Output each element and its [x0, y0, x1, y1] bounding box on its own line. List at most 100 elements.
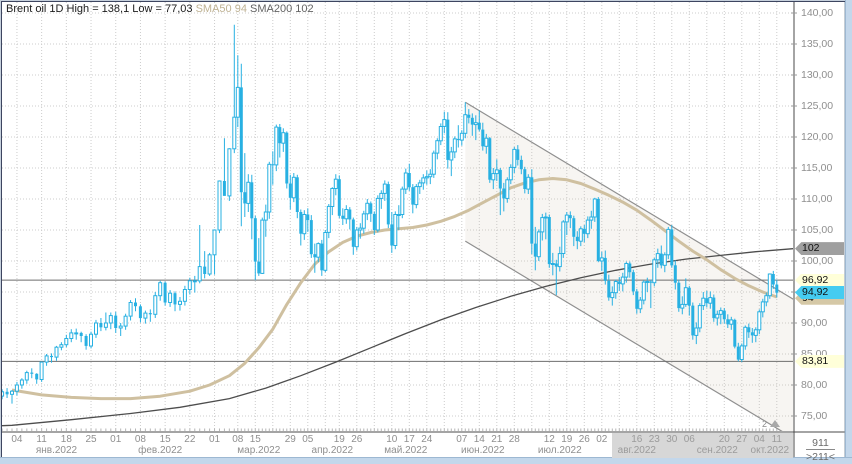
candle-body-down [250, 182, 253, 218]
date-tick-label: 30 [666, 434, 677, 445]
candle-body-up [362, 214, 365, 228]
month-label: янв.2022 [36, 445, 77, 456]
candle-body-down [569, 215, 572, 218]
candle-body-up [509, 167, 512, 179]
candle-body-down [737, 347, 740, 360]
candle-body-up [614, 282, 617, 293]
candle-body-up [590, 217, 593, 220]
window-resize-border[interactable] [0, 457, 852, 464]
candle-body-up [565, 215, 568, 222]
date-tick-label: 15 [250, 434, 261, 445]
candle-body-up [506, 180, 509, 199]
candle-body-down [488, 138, 491, 180]
level-marker[interactable]: 96,92 [795, 274, 844, 287]
candle-body-up [768, 274, 771, 296]
candle-body-down [35, 374, 38, 380]
candle-body-up [129, 303, 132, 317]
candle-body-up [621, 277, 624, 284]
candle-body-up [264, 212, 267, 220]
candle-body-up [709, 298, 712, 304]
date-tick-label: 04 [754, 434, 765, 445]
current-price-marker[interactable]: 94,92 [795, 286, 844, 299]
bar-count-range: >211< [796, 451, 845, 463]
date-axis[interactable]: 0411182501081522010815290519261017240714… [2, 433, 793, 458]
candle-body-up [460, 133, 463, 140]
candle-body-up [228, 149, 231, 196]
candle-body-up [415, 187, 418, 205]
date-tick-label: 05 [302, 434, 313, 445]
candle-body-down [499, 170, 502, 189]
candle-body-up [25, 373, 28, 380]
candle-body-down [6, 392, 9, 395]
candle-body-down [502, 189, 505, 199]
candle-body-up [562, 222, 565, 254]
candle-body-down [516, 149, 519, 160]
candle-body-up [639, 300, 642, 309]
candle-body-down [99, 323, 102, 327]
price-tick-label: 115,00 [801, 162, 845, 174]
candle-body-down [313, 254, 316, 257]
price-axis[interactable]: 140,00135,00130,00125,00120,00115,00110,… [796, 2, 845, 431]
candle-body-up [642, 282, 645, 300]
candle-body-up [495, 170, 498, 174]
sma200-value-marker[interactable]: 102 [795, 242, 844, 255]
date-tick-label: 25 [85, 434, 96, 445]
price-tick-label: 110,00 [801, 193, 845, 205]
candle-body-down [607, 281, 610, 298]
price-tick-label: 80,00 [801, 379, 845, 391]
candle-body-down [548, 217, 551, 264]
candle-body-up [464, 115, 467, 134]
candle-body-up [45, 356, 48, 362]
candle-body-up [317, 244, 320, 258]
candle-body-down [670, 229, 673, 265]
candle-body-down [50, 356, 53, 357]
candle-body-up [684, 288, 687, 305]
sma200-title: SMA200 102 [247, 3, 314, 15]
candle-body-up [663, 255, 666, 265]
level-marker[interactable]: 83,81 [795, 355, 844, 368]
candle-body-down [254, 218, 257, 261]
candle-body-down [352, 220, 355, 247]
candle-body-down [296, 177, 299, 212]
chart-canvas[interactable] [0, 0, 852, 464]
candle-body-up [418, 183, 421, 187]
date-tick-label: 08 [232, 434, 243, 445]
candle-body-up [159, 283, 162, 296]
date-tick-label: 08 [135, 434, 146, 445]
candle-body-down [632, 272, 635, 291]
price-tick-label: 105,00 [801, 224, 845, 236]
candle-body-down [674, 265, 677, 282]
sma50-title: SMA50 94 [196, 3, 247, 15]
candle-body-up [60, 345, 63, 348]
candle-body-down [583, 229, 586, 234]
candle-body-up [397, 215, 400, 216]
month-label: июн.2022 [461, 445, 505, 456]
candle-body-down [481, 130, 484, 147]
candle-body-down [677, 283, 680, 308]
candle-body-down [285, 133, 288, 184]
candle-body-up [208, 255, 211, 274]
candle-body-down [271, 164, 274, 165]
candle-body-up [754, 330, 757, 336]
candle-body-up [70, 333, 73, 339]
candle-body-down [649, 282, 652, 283]
date-tick-label: 22 [184, 434, 195, 445]
price-tick-label: 130,00 [801, 69, 845, 81]
price-tick-label: 100,00 [801, 255, 845, 267]
candle-body-up [513, 149, 516, 167]
candle-body-down [80, 333, 83, 336]
candle-body-up [551, 264, 554, 265]
candle-body-down [660, 254, 663, 266]
date-tick-label: 26 [579, 434, 590, 445]
candle-body-up [144, 313, 147, 318]
window-resize-border[interactable] [845, 0, 852, 464]
date-tick-label: 29 [285, 434, 296, 445]
trendline-anchor-marker[interactable]: 2 [762, 419, 780, 429]
date-tick-label: 23 [649, 434, 660, 445]
candle-body-up [429, 174, 432, 177]
candle-body-up [695, 328, 698, 335]
date-tick-label: 28 [509, 434, 520, 445]
candle-body-up [558, 254, 561, 267]
date-tick-label: 20 [719, 434, 730, 445]
candle-body-down [278, 127, 281, 143]
